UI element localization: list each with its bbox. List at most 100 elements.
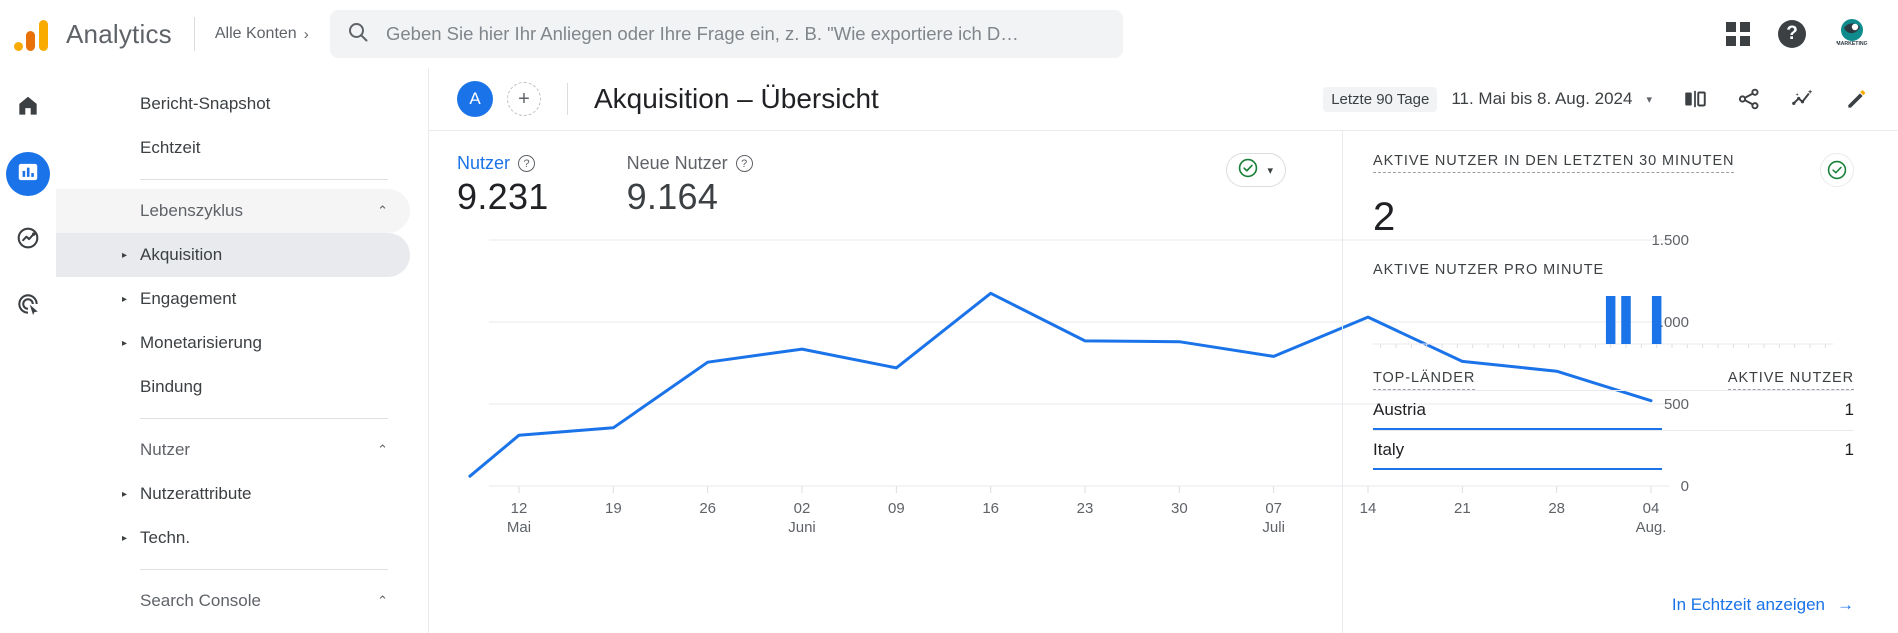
users-line-chart: 0 500 1.000 1.500 12 Mai 19 26 02 Juni 09 16 23 30 07 J… — [429, 226, 1689, 556]
app-body: Bericht-Snapshot Echtzeit Lebenszyklus ⌃… — [0, 68, 1898, 633]
sidebar-item-akquisition[interactable]: ▸ Akquisition — [56, 233, 410, 277]
date-range-picker[interactable]: Letzte 90 Tage 11. Mai bis 8. Aug. 2024 … — [1323, 86, 1652, 112]
header-divider — [567, 83, 568, 115]
apps-grid-icon[interactable] — [1726, 22, 1750, 46]
realtime-per-minute-chart — [1373, 284, 1854, 356]
advertising-target-icon — [15, 291, 41, 322]
add-comparison-button[interactable]: + — [507, 82, 541, 116]
column-header-country: TOP-LÄNDER — [1373, 370, 1476, 390]
sidebar-section-nutzer[interactable]: Nutzer ⌃ — [56, 428, 410, 472]
table-row[interactable]: Italy 1 — [1373, 430, 1854, 470]
rail-item-home[interactable] — [6, 86, 50, 130]
help-circle-icon[interactable]: ? — [518, 155, 536, 172]
explore-trend-icon — [15, 225, 41, 256]
sidebar-item-label: Bericht-Snapshot — [140, 94, 271, 113]
svg-text:02: 02 — [794, 500, 811, 517]
data-status-pill[interactable]: ▾ — [1226, 153, 1286, 187]
chevron-down-icon: ▾ — [1267, 164, 1273, 177]
realtime-active-users: 2 — [1373, 195, 1396, 239]
rail-item-reports[interactable] — [6, 152, 50, 196]
chevron-right-icon: › — [303, 25, 309, 43]
help-circle-icon[interactable]: ? — [735, 155, 753, 172]
sidebar-item-techn[interactable]: ▸ Techn. — [56, 516, 410, 560]
edit-pencil-icon[interactable] — [1844, 86, 1870, 112]
svg-text:MARKETING: MARKETING — [1836, 41, 1867, 47]
chevron-right-icon: ▸ — [122, 532, 128, 544]
sidebar-item-label: Engagement — [140, 289, 237, 308]
account-switcher[interactable]: Alle Konten › — [215, 25, 309, 43]
account-label: Alle Konten — [214, 25, 297, 42]
date-range-value: 11. Mai bis 8. Aug. 2024 — [1451, 89, 1633, 108]
compare-icon[interactable] — [1682, 86, 1708, 112]
svg-text:16: 16 — [982, 500, 999, 517]
chevron-down-icon: ▾ — [1646, 93, 1652, 106]
arrow-right-icon: → — [1837, 595, 1854, 614]
realtime-headline: AKTIVE NUTZER IN DEN LETZTEN 30 MINUTEN — [1373, 153, 1735, 173]
svg-text:30: 30 — [1171, 500, 1188, 517]
help-icon[interactable]: ? — [1778, 20, 1806, 48]
sidebar-section-label: Lebenszyklus — [140, 201, 244, 220]
view-realtime-label: In Echtzeit anzeigen — [1671, 595, 1825, 614]
property-avatar[interactable]: A — [457, 81, 493, 117]
sidebar-item-echtzeit[interactable]: Echtzeit — [56, 126, 410, 170]
country-name: Austria — [1373, 400, 1426, 419]
chevron-right-icon: ▸ — [122, 488, 128, 500]
column-header-active-users: AKTIVE NUTZER — [1727, 370, 1854, 390]
acquisition-chart-card: Nutzer ? 9.231 Neue Nutzer ? 9.164 ▾ 0 5… — [429, 131, 1689, 633]
sidebar-divider — [140, 418, 388, 419]
chevron-up-icon: ⌃ — [377, 203, 388, 218]
sidebar-item-label: Nutzerattribute — [140, 484, 252, 503]
sidebar-divider — [140, 569, 388, 570]
sidebar-section-search-console[interactable]: Search Console ⌃ — [56, 579, 410, 623]
report-toolbar — [1682, 86, 1870, 112]
table-row[interactable]: Austria 1 — [1373, 390, 1854, 430]
realtime-card: AKTIVE NUTZER IN DEN LETZTEN 30 MINUTEN … — [1342, 131, 1898, 633]
brand-name: Analytics — [66, 18, 172, 49]
metric-neue-nutzer[interactable]: Neue Nutzer ? 9.164 — [627, 153, 753, 218]
country-users: 1 — [1844, 400, 1854, 419]
search-input[interactable]: Geben Sie hier Ihr Anliegen oder Ihre Fr… — [330, 10, 1123, 58]
icon-rail — [0, 68, 56, 633]
country-name: Italy — [1373, 440, 1405, 459]
rail-item-advertising[interactable] — [6, 284, 50, 328]
insights-icon[interactable] — [1790, 86, 1816, 112]
metrics-row: Nutzer ? 9.231 Neue Nutzer ? 9.164 ▾ — [429, 149, 1342, 218]
metric-label: Neue Nutzer — [626, 153, 728, 173]
metric-value: 9.164 — [626, 176, 719, 217]
top-bar: Analytics Alle Konten › Geben Sie hier I… — [0, 0, 1898, 68]
svg-text:12: 12 — [511, 500, 528, 517]
svg-text:Juni: Juni — [788, 519, 816, 536]
sidebar-item-engagement[interactable]: ▸ Engagement — [56, 277, 410, 321]
report-header: A + Akquisition – Übersicht Letzte 90 Ta… — [429, 68, 1898, 130]
view-realtime-link[interactable]: In Echtzeit anzeigen → — [1672, 595, 1854, 615]
chevron-right-icon: ▸ — [122, 293, 128, 305]
sidebar-item-bindung[interactable]: Bindung — [56, 365, 410, 409]
share-icon[interactable] — [1736, 86, 1762, 112]
chevron-up-icon: ⌃ — [377, 593, 388, 608]
sidebar-section-lebenszyklus[interactable]: Lebenszyklus ⌃ — [56, 189, 410, 233]
sidebar-item-bericht-snapshot[interactable]: Bericht-Snapshot — [56, 82, 410, 126]
metric-nutzer[interactable]: Nutzer ? 9.231 — [457, 153, 549, 218]
sidebar-item-monetarisierung[interactable]: ▸ Monetarisierung — [56, 321, 410, 365]
rail-item-explore[interactable] — [6, 218, 50, 262]
country-table-header: TOP-LÄNDER AKTIVE NUTZER — [1373, 370, 1854, 390]
report-content: Nutzer ? 9.231 Neue Nutzer ? 9.164 ▾ 0 5… — [429, 130, 1898, 633]
search-area: Geben Sie hier Ihr Anliegen oder Ihre Fr… — [330, 10, 1726, 58]
page-title: Akquisition – Übersicht — [594, 83, 879, 114]
sidebar-item-nutzerattribute[interactable]: ▸ Nutzerattribute — [56, 472, 410, 516]
account-avatar-icon[interactable]: MARKETING — [1834, 16, 1870, 52]
sidebar-item-label: Akquisition — [140, 245, 223, 264]
brand-area: Analytics Alle Konten › — [0, 17, 330, 51]
svg-text:Mai: Mai — [507, 519, 531, 536]
bar-chart-icon — [15, 159, 41, 190]
sidebar-item-label: Bindung — [140, 377, 203, 396]
country-bar — [1373, 467, 1662, 470]
metric-label: Nutzer — [457, 153, 511, 173]
realtime-header: AKTIVE NUTZER IN DEN LETZTEN 30 MINUTEN — [1373, 153, 1854, 187]
home-icon — [15, 93, 41, 124]
chevron-right-icon: ▸ — [122, 337, 128, 349]
svg-text:Juli: Juli — [1262, 519, 1285, 536]
realtime-status-icon[interactable] — [1820, 153, 1854, 187]
country-users: 1 — [1844, 440, 1854, 459]
sidebar-item-label: Techn. — [140, 528, 191, 547]
